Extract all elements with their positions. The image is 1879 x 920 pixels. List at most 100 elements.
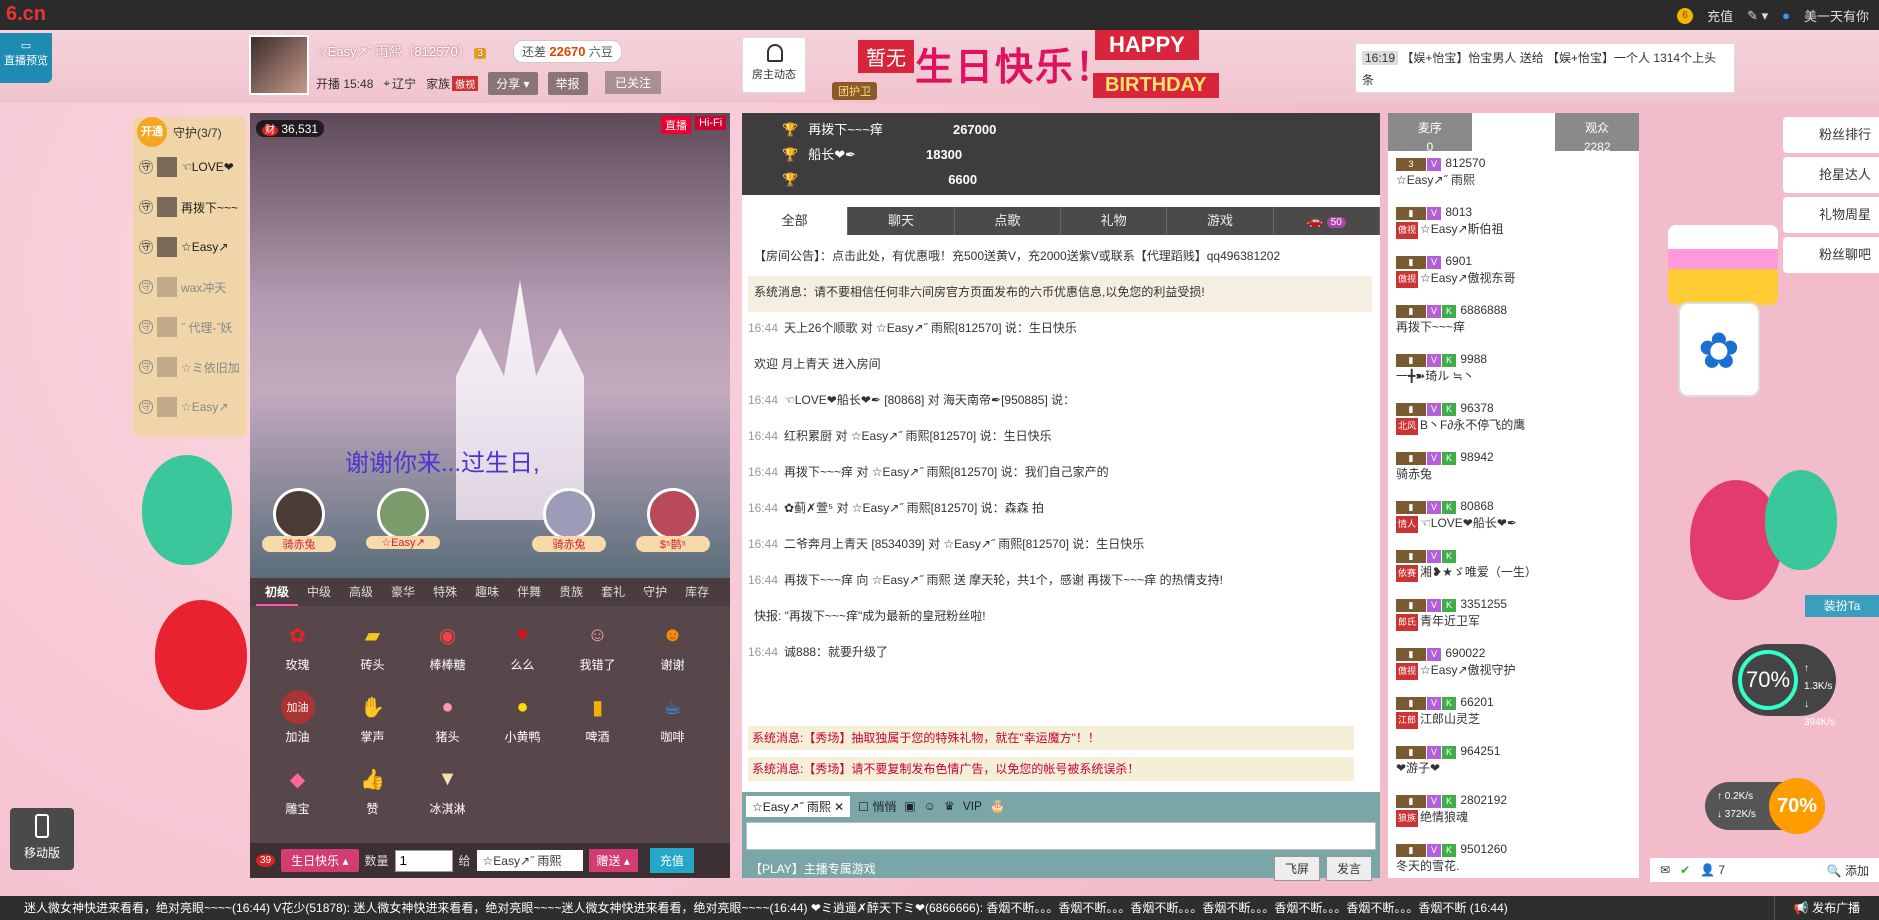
guard-item[interactable]: 守 再拨下~~~ [133, 187, 247, 227]
list-item[interactable]: ▮ V K 9501260 冬天的雪花. [1392, 841, 1635, 876]
star-grab-button[interactable]: 抢星达人 [1783, 157, 1879, 193]
list-item[interactable]: ▮ V K 96378 北风 B丶F∂永不停飞的鹰 [1392, 400, 1635, 449]
emoji-icon[interactable]: ☺ [924, 799, 936, 813]
recharge-button[interactable]: 充值 [649, 848, 694, 873]
guard-item[interactable]: 守 ☆Easy↗ [133, 227, 247, 267]
chat-tab-all[interactable]: 全部 [742, 207, 849, 235]
guard-item[interactable]: 守 ☆ミ依旧加 [133, 347, 247, 387]
cake-icon[interactable]: 🎂 [990, 799, 1005, 813]
guard-badge[interactable]: 团护卫 [832, 82, 877, 100]
rank-row[interactable]: 🏆 再拨下~~~痒 267000 [782, 117, 1340, 142]
list-item[interactable]: 3V 812570 ☆Easy↗˝ 雨熙 [1392, 155, 1635, 204]
chat-tab-chat[interactable]: 聊天 [848, 207, 955, 235]
gift-tab[interactable]: 高级 [340, 578, 382, 606]
seat[interactable]: 骑赤兔 [262, 488, 336, 558]
rank-row[interactable]: 🏆 船长❤✒ 18300 [782, 142, 1340, 167]
gift-item[interactable]: ♥ 么么 [485, 614, 560, 680]
tab-mic-queue[interactable]: 麦序 0 [1388, 113, 1472, 154]
chat-tab-car[interactable]: 🚗 50 [1274, 207, 1380, 235]
check-icon[interactable]: ✔ [1680, 863, 1690, 877]
list-item[interactable]: ▮ V K 6886888 再拨下~~~痒 [1392, 302, 1635, 351]
vip-icon[interactable]: VIP [963, 799, 982, 813]
seat[interactable]: $⁵鹊⁵ [636, 488, 710, 558]
list-item[interactable]: ▮ V K 2802192 狼族 绝情狼魂 [1392, 792, 1635, 841]
rose-gift-icon[interactable]: ✿ [1678, 302, 1760, 397]
chat-tab-game[interactable]: 游戏 [1167, 207, 1274, 235]
list-item[interactable]: ▮ V K 66201 江郎 江郎山灵芝 [1392, 694, 1635, 743]
gift-tab[interactable]: 初级 [256, 578, 299, 606]
gift-tab[interactable]: 豪华 [382, 578, 424, 606]
gift-tab[interactable]: 中级 [298, 578, 340, 606]
tab-admin[interactable]: 管理 94 [1471, 113, 1556, 154]
list-item[interactable]: ▮ V 690022 傲视 ☆Easy↗傲视守护 [1392, 645, 1635, 694]
chat-tab-song[interactable]: 点歌 [955, 207, 1061, 235]
family-badge[interactable]: 傲视 [452, 76, 479, 91]
gift-item[interactable]: ▼ 冰淇淋 [410, 758, 485, 824]
list-item[interactable]: ▮ V K 9988 一╋➽琦ル ≒丶 [1392, 351, 1635, 400]
list-item[interactable]: ▮ V K 98942 骑赤兔 [1392, 449, 1635, 498]
edit-icon[interactable]: ✎ ▾ [1747, 8, 1768, 24]
recharge-link[interactable]: 充值 [1707, 6, 1733, 25]
recipient-select[interactable]: ☆Easy↗˝ 雨熙 [476, 850, 583, 871]
gift-item[interactable]: ✋ 掌声 [335, 686, 410, 752]
mobile-version-button[interactable]: 移动版 [10, 808, 74, 870]
gift-item[interactable]: 👍 赞 [335, 758, 410, 824]
whisper-checkbox[interactable]: ☐ 悄悄 [858, 798, 896, 815]
image-icon[interactable]: ▣ [904, 799, 915, 813]
gift-tab[interactable]: 伴舞 [508, 578, 550, 606]
rank-row[interactable]: 🏆 6600 [782, 167, 1340, 192]
gift-item[interactable]: ☕ 咖啡 [635, 686, 710, 752]
game-link[interactable]: 【PLAY】主播专属游戏 [750, 860, 876, 877]
list-item[interactable]: ▮ V K 3351255 郎氏 青年近卫军 [1392, 596, 1635, 645]
gift-item[interactable]: ◆ 雕宝 [260, 758, 335, 824]
dress-up-button[interactable]: 装扮Ta [1805, 595, 1879, 617]
anchor-avatar[interactable] [249, 35, 309, 95]
send-gift-button[interactable]: 赠送 ▴ [588, 849, 638, 872]
hifi-button[interactable]: Hi-Fi [695, 116, 727, 130]
gift-item[interactable]: ● 小黄鸭 [485, 686, 560, 752]
username[interactable]: 美一天有你 [1804, 6, 1869, 25]
gift-tab[interactable]: 特殊 [424, 578, 466, 606]
birthday-gift-select[interactable]: 生日快乐 ▴ [281, 849, 359, 872]
vip-emoji-icon[interactable]: ♛ [944, 799, 955, 813]
mail-icon[interactable]: ✉ [1660, 863, 1670, 877]
chat-input[interactable] [746, 822, 1376, 850]
gift-item[interactable]: ✿ 玫瑰 [260, 614, 335, 680]
list-item[interactable]: ▮ V K 964251 ❤游子❤ [1392, 743, 1635, 792]
guard-item[interactable]: 守 wax冲天 [133, 267, 247, 307]
guard-item[interactable]: 守 ˝ 代理-˝妖 [133, 307, 247, 347]
list-item[interactable]: ▮ V K 80868 情人 ☜LOVE❤船长❤✒ [1392, 498, 1635, 547]
chat-tab-gift[interactable]: 礼物 [1061, 207, 1168, 235]
gift-tab[interactable]: 套礼 [592, 578, 634, 606]
gift-weekly-button[interactable]: 礼物周星 [1783, 197, 1879, 233]
gift-tab[interactable]: 贵族 [550, 578, 592, 606]
gift-item[interactable]: ▮ 啤酒 [560, 686, 635, 752]
guard-item[interactable]: 守 ☜LOVE❤ [133, 147, 247, 187]
coin-icon[interactable]: 6 [1677, 7, 1694, 24]
report-button[interactable]: 举报 [547, 72, 588, 95]
gift-tab[interactable]: 守护 [634, 578, 676, 606]
tab-audience[interactable]: 观众 2282 [1555, 113, 1639, 154]
quantity-input[interactable] [394, 849, 453, 872]
follow-button[interactable]: 已关注 [605, 71, 662, 94]
broadcast-ticker[interactable]: 16:19 【娱+怡宝】怡宝男人 送给 【娱+怡宝】一个人 1314个上头条 [1355, 43, 1735, 93]
host-dynamic-button[interactable]: 房主动态 [742, 37, 806, 93]
list-item[interactable]: ▮ V 8013 傲视 ☆Easy↗斯伯祖 [1392, 204, 1635, 253]
open-guard-button[interactable]: 开通 [137, 117, 167, 147]
gift-item[interactable]: ☻ 谢谢 [635, 614, 710, 680]
fly-screen-button[interactable]: 飞屏 [1273, 856, 1320, 881]
friends-icon[interactable]: 👤 7 [1700, 863, 1725, 877]
seat[interactable]: ☆Easy↗ [366, 488, 440, 558]
speed-widget[interactable]: 70% ↑ 1.3K/s ↓ 394K/s [1732, 644, 1836, 728]
share-button[interactable]: 分享 ▾ [488, 72, 538, 95]
gift-item[interactable]: ● 猪头 [410, 686, 485, 752]
site-logo[interactable]: 6.cn [6, 3, 46, 26]
seat[interactable]: 骑赤兔 [532, 488, 606, 558]
gift-item[interactable]: ▰ 砖头 [335, 614, 410, 680]
list-item[interactable]: ▮ V 6901 傲视 ☆Easy↗傲视东哥 [1392, 253, 1635, 302]
gift-item[interactable]: 加油 加油 [260, 686, 335, 752]
publish-broadcast-button[interactable]: 📢 发布广播 [1774, 896, 1879, 920]
add-friend-button[interactable]: 🔍 添加 [1827, 862, 1869, 879]
send-message-button[interactable]: 发言 [1325, 856, 1372, 881]
fan-rank-button[interactable]: 粉丝排行 [1783, 117, 1879, 153]
